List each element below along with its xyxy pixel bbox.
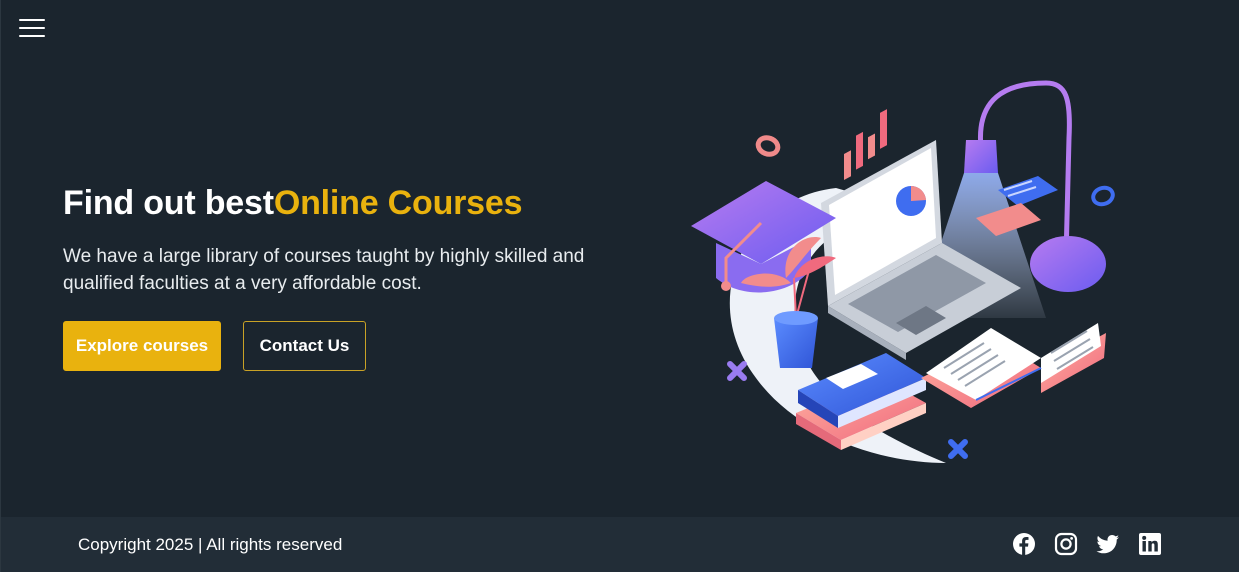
landing-page: Find out bestOnline Courses We have a la…	[0, 0, 1239, 572]
copyright-text: Copyright 2025 | All rights reserved	[78, 535, 343, 554]
social-links	[1012, 532, 1162, 556]
instagram-icon[interactable]	[1054, 532, 1078, 556]
hero-title-main: Find out best	[63, 184, 274, 222]
hero-title: Find out bestOnline Courses	[63, 184, 623, 223]
menu-bar	[19, 27, 45, 29]
facebook-icon[interactable]	[1012, 532, 1036, 556]
hero-actions: Explore courses Contact Us	[63, 321, 366, 371]
linkedin-icon[interactable]	[1138, 532, 1162, 556]
hero-description: We have a large library of courses taugh…	[63, 246, 585, 294]
twitter-icon[interactable]	[1096, 532, 1120, 556]
menu-bar	[19, 19, 45, 21]
contact-us-button[interactable]: Contact Us	[243, 321, 366, 371]
menu-bar	[19, 35, 45, 37]
footer: Copyright 2025 | All rights reserved	[1, 517, 1239, 572]
online-learning-illustration	[691, 80, 1115, 463]
hero-section: Find out bestOnline Courses We have a la…	[63, 184, 623, 297]
hamburger-menu-icon[interactable]	[19, 19, 46, 43]
explore-courses-button[interactable]: Explore courses	[63, 321, 221, 371]
hero-title-accent: Online Courses	[273, 184, 523, 222]
